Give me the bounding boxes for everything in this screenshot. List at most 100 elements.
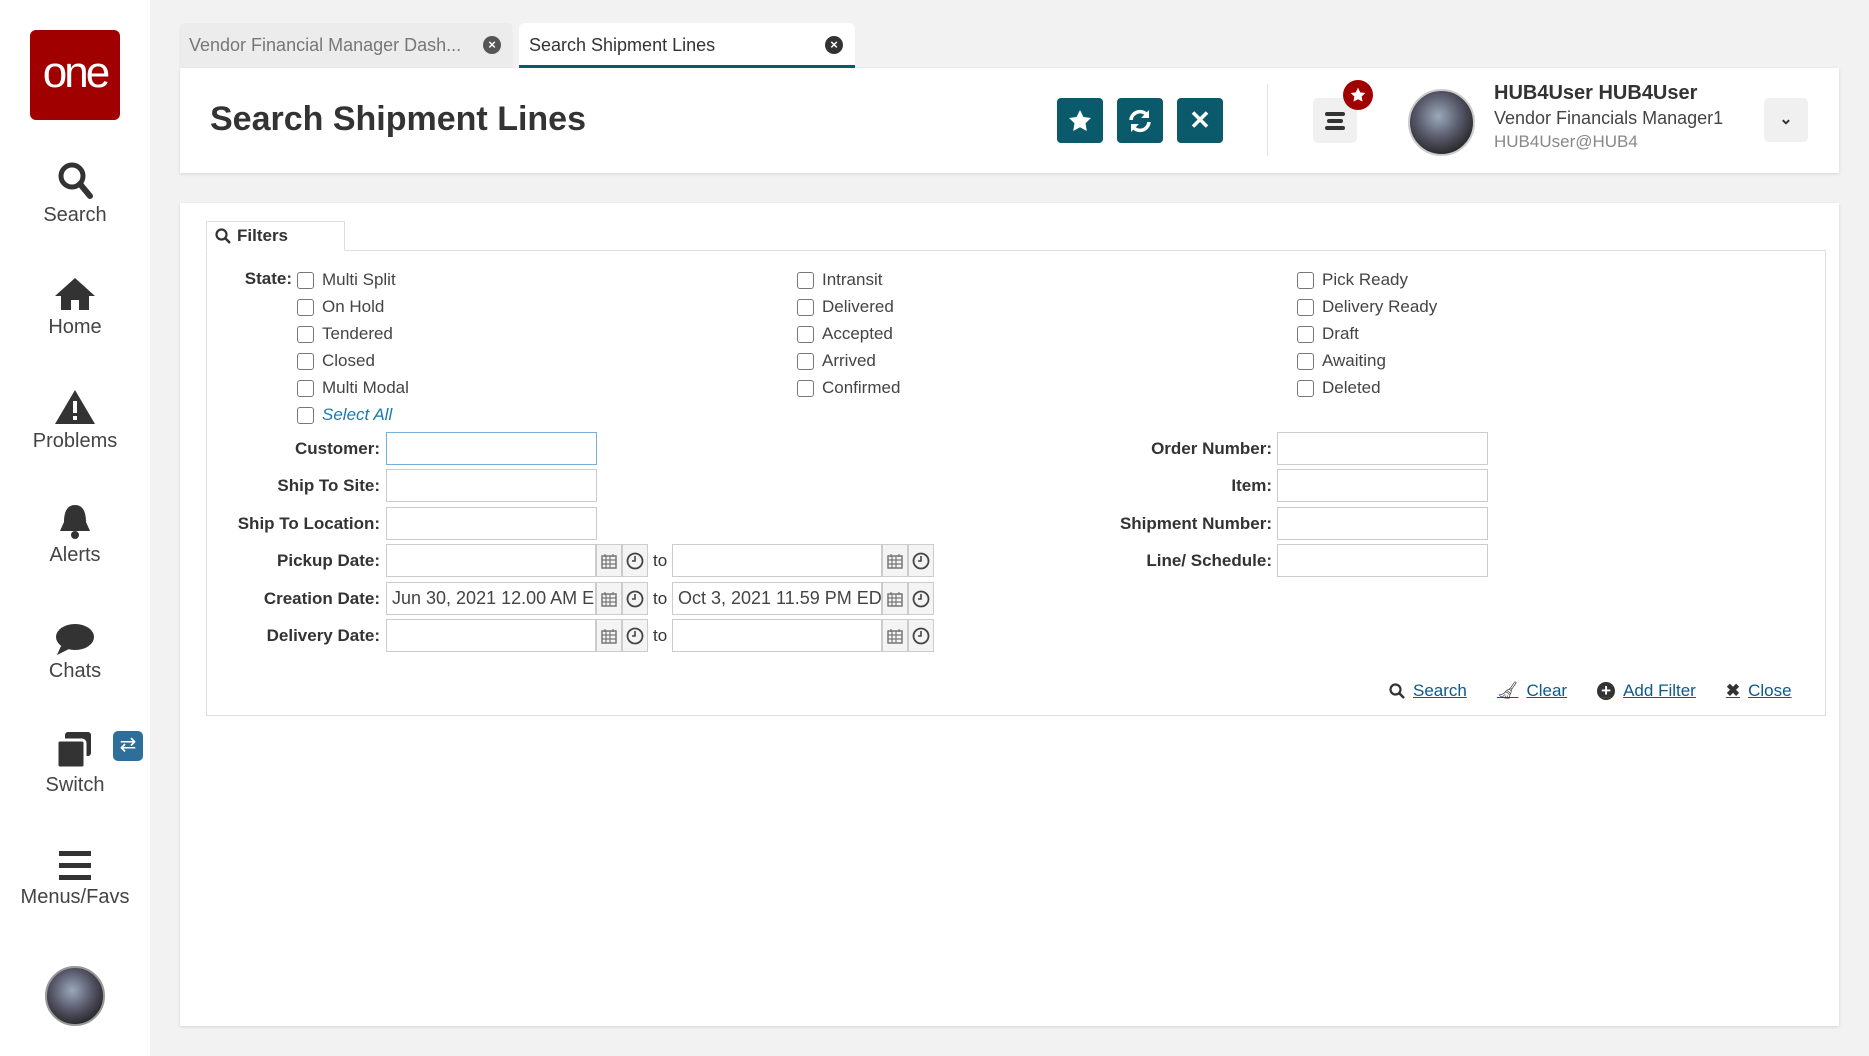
refresh-button[interactable]: [1117, 98, 1163, 143]
sidebar-item-label: Alerts: [49, 544, 101, 566]
close-tab-icon[interactable]: ×: [825, 36, 843, 54]
sidebar-item-home[interactable]: Home: [0, 276, 150, 339]
checkbox[interactable]: [797, 352, 814, 370]
checkbox[interactable]: [1297, 271, 1314, 289]
calendar-icon[interactable]: [596, 582, 622, 615]
calendar-icon[interactable]: [596, 619, 622, 652]
user-avatar[interactable]: [1408, 89, 1475, 156]
creation-date-from-input[interactable]: Jun 30, 2021 12.00 AM EDT: [386, 582, 596, 615]
delivery-date-from-input[interactable]: [386, 619, 596, 652]
checkbox[interactable]: [797, 379, 814, 397]
search-link-label: Search: [1413, 681, 1467, 700]
checkbox[interactable]: [1297, 298, 1314, 316]
search-icon: [215, 228, 231, 244]
line-schedule-input-label: Line/ Schedule:: [1146, 551, 1272, 570]
checkbox[interactable]: [297, 352, 314, 370]
ship-to-site-input-label: Ship To Site:: [277, 476, 380, 495]
ship-to-location-input[interactable]: [386, 507, 597, 540]
shipment-number-input[interactable]: [1277, 507, 1488, 540]
tab-search-shipment-lines[interactable]: Search Shipment Lines ×: [519, 23, 855, 68]
calendar-icon[interactable]: [596, 544, 622, 577]
state-checkbox[interactable]: Intransit: [797, 270, 882, 290]
close-tab-icon[interactable]: ×: [483, 36, 501, 54]
calendar-icon[interactable]: [882, 544, 908, 577]
page-title: Search Shipment Lines: [210, 100, 586, 138]
to-label: to: [653, 626, 668, 645]
state-checkbox[interactable]: Pick Ready: [1297, 270, 1408, 290]
checkbox[interactable]: [797, 298, 814, 316]
checkbox[interactable]: [1297, 379, 1314, 397]
checkbox[interactable]: [297, 406, 314, 424]
tab-label: Search Shipment Lines: [529, 35, 716, 55]
clock-icon[interactable]: [622, 619, 648, 652]
creation-date-to-input[interactable]: Oct 3, 2021 11.59 PM EDT: [672, 582, 882, 615]
pickup-date-from-input[interactable]: [386, 544, 596, 577]
checkbox[interactable]: [297, 271, 314, 289]
sidebar-item-alerts[interactable]: Alerts: [0, 502, 150, 567]
switch-badge-icon[interactable]: ⇄: [113, 731, 143, 761]
checkbox[interactable]: [1297, 325, 1314, 343]
state-checkbox[interactable]: Confirmed: [797, 378, 900, 398]
state-checkbox[interactable]: Closed: [297, 351, 375, 371]
checkbox[interactable]: [797, 325, 814, 343]
delivery-date-to-input[interactable]: [672, 619, 882, 652]
clock-icon[interactable]: [908, 582, 934, 615]
clear-link[interactable]: 🧹︎ Clear: [1497, 681, 1567, 701]
app-logo[interactable]: one: [30, 30, 120, 120]
user-role: Vendor Financials Manager1: [1494, 108, 1724, 128]
state-checkbox[interactable]: Arrived: [797, 351, 876, 371]
checkbox[interactable]: [297, 298, 314, 316]
clock-icon[interactable]: [908, 619, 934, 652]
close-icon: ✕: [1189, 105, 1211, 135]
user-avatar[interactable]: [45, 966, 105, 1026]
tab-vendor-financial-dashboard[interactable]: Vendor Financial Manager Dash... ×: [179, 23, 513, 68]
checkbox[interactable]: [1297, 352, 1314, 370]
state-checkbox[interactable]: Tendered: [297, 324, 393, 344]
favorite-button[interactable]: [1057, 98, 1103, 143]
filters-tab-label: Filters: [237, 226, 289, 245]
clock-icon[interactable]: [908, 544, 934, 577]
add-filter-link[interactable]: + Add Filter: [1597, 681, 1696, 701]
state-label: On Hold: [322, 297, 385, 316]
state-label: State:: [244, 269, 292, 288]
pickup-date-to-input[interactable]: [672, 544, 882, 577]
favorites-badge[interactable]: [1343, 80, 1373, 110]
customer-input[interactable]: [386, 432, 597, 465]
state-checkbox[interactable]: Awaiting: [1297, 351, 1386, 371]
user-menu-dropdown[interactable]: ⌄: [1764, 98, 1808, 142]
state-checkbox[interactable]: Deleted: [1297, 378, 1381, 398]
ship-to-site-input[interactable]: [386, 469, 597, 502]
state-checkbox[interactable]: Delivery Ready: [1297, 297, 1437, 317]
state-checkbox[interactable]: Multi Modal: [297, 378, 409, 398]
state-label: Delivery Ready: [1322, 297, 1438, 316]
calendar-icon[interactable]: [882, 582, 908, 615]
checkbox[interactable]: [797, 271, 814, 289]
order-number-input[interactable]: [1277, 432, 1488, 465]
checkbox[interactable]: [297, 379, 314, 397]
search-link[interactable]: Search: [1389, 681, 1467, 701]
clock-icon[interactable]: [622, 544, 648, 577]
sidebar-item-search[interactable]: Search: [0, 160, 150, 227]
filters-tab[interactable]: Filters: [206, 221, 345, 251]
sidebar-item-label: Menus/Favs: [20, 886, 130, 908]
state-label: Deleted: [1322, 378, 1381, 397]
item-input[interactable]: [1277, 469, 1488, 502]
state-checkbox[interactable]: Draft: [1297, 324, 1359, 344]
state-checkbox[interactable]: On Hold: [297, 297, 384, 317]
close-page-button[interactable]: ✕: [1177, 98, 1223, 143]
customer-input-label: Customer:: [294, 439, 380, 458]
item-input-label: Item:: [1231, 476, 1272, 495]
line-schedule-input[interactable]: [1277, 544, 1488, 577]
state-checkbox[interactable]: Accepted: [797, 324, 893, 344]
clock-icon[interactable]: [622, 582, 648, 615]
select-all-checkbox[interactable]: Select All: [297, 405, 392, 425]
state-label: Intransit: [822, 270, 883, 289]
sidebar-item-chats[interactable]: Chats: [0, 622, 150, 683]
state-checkbox[interactable]: Delivered: [797, 297, 894, 317]
sidebar-item-menus-favs[interactable]: Menus/Favs: [0, 848, 150, 909]
state-checkbox[interactable]: Multi Split: [297, 270, 396, 290]
sidebar-item-problems[interactable]: Problems: [0, 388, 150, 453]
close-link[interactable]: ✖ Close: [1726, 681, 1792, 701]
checkbox[interactable]: [297, 325, 314, 343]
calendar-icon[interactable]: [882, 619, 908, 652]
